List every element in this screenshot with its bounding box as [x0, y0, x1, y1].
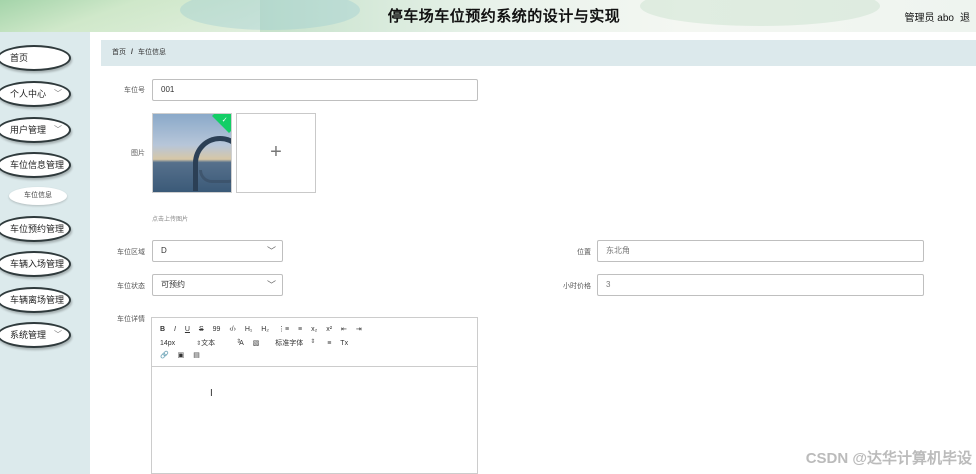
page-title: 停车场车位预约系统的设计与实现: [387, 8, 621, 25]
chevron-down-icon: ⇕: [236, 339, 242, 345]
ordered-list-button[interactable]: ⋮≡: [278, 325, 289, 333]
chevron-down-icon: ﹀: [266, 280, 276, 290]
spot-no-label: 车位号: [124, 87, 145, 94]
chevron-down-icon: ﹀: [54, 330, 62, 339]
chevron-down-icon: ﹀: [54, 89, 62, 98]
image-button[interactable]: ▣: [178, 351, 185, 359]
chevron-down-icon: ⇕: [310, 339, 316, 345]
h2-button[interactable]: H₂: [261, 326, 269, 333]
align-button[interactable]: ≡: [327, 340, 331, 347]
image-label: 图片: [131, 150, 145, 157]
header-select[interactable]: 文本 ⇕: [201, 338, 241, 348]
italic-button[interactable]: I: [174, 326, 176, 333]
outdent-button[interactable]: ⇤: [341, 325, 347, 333]
user-area: 管理员 abo 退: [905, 9, 976, 24]
breadcrumb-current: 车位信息: [137, 49, 166, 56]
sidebar-item-personal-center[interactable]: 个人中心 ﹀: [0, 81, 71, 107]
font-size-select[interactable]: 14px ⇕: [160, 340, 201, 347]
video-button[interactable]: ▤: [193, 351, 200, 359]
chevron-down-icon: ﹀: [54, 125, 62, 134]
editor-toolbar: B I U S 99 ‹/› H₁ H₂ ⋮≡ ≡ x₂ x² ⇤ ⇥ 14px…: [152, 318, 477, 367]
sidebar-item-system-management[interactable]: 系统管理 ﹀: [0, 322, 71, 348]
sidebar: 首页 个人中心 ﹀ 用户管理 ﹀ 车位信息管理 车位信息 车位预约管理 车辆入场管理…: [0, 32, 90, 474]
hourly-price-label: 小时价格: [563, 283, 591, 290]
details-label: 车位详情: [117, 316, 145, 323]
underline-button[interactable]: U: [185, 326, 190, 333]
area-select[interactable]: D ﹀: [152, 240, 283, 262]
breadcrumb: 首页 / 车位信息: [101, 40, 976, 66]
upload-success-badge: ✓: [212, 114, 231, 133]
sidebar-item-vehicle-entry[interactable]: 车辆入场管理: [0, 251, 71, 277]
bold-button[interactable]: B: [160, 326, 165, 333]
sidebar-item-user-management[interactable]: 用户管理 ﹀: [0, 117, 71, 143]
rich-text-editor[interactable]: B I U S 99 ‹/› H₁ H₂ ⋮≡ ≡ x₂ x² ⇤ ⇥ 14px…: [151, 317, 478, 474]
location-label: 位置: [577, 249, 591, 256]
breadcrumb-separator: /: [131, 49, 133, 56]
blockquote-button[interactable]: 99: [213, 326, 221, 333]
sidebar-subitem-spot-info[interactable]: 车位信息: [9, 187, 67, 205]
hourly-price-input[interactable]: 3: [597, 274, 924, 296]
status-label: 车位状态: [117, 283, 145, 290]
editor-toolbar-row: 14px ⇕ 文本 ⇕ A ▧ 标准字体 ⇕ ≡ Tx: [160, 338, 355, 348]
text-cursor-icon: I: [210, 388, 213, 399]
editor-toolbar-row: B I U S 99 ‹/› H₁ H₂ ⋮≡ ≡ x₂ x² ⇤ ⇥: [160, 325, 369, 333]
sidebar-item-reservation-management[interactable]: 车位预约管理: [0, 216, 71, 242]
background-color-button[interactable]: ▧: [253, 339, 260, 347]
logout-link[interactable]: 退: [960, 13, 970, 24]
uploaded-image-thumbnail[interactable]: ✓: [152, 113, 232, 193]
sidebar-item-spot-management[interactable]: 车位信息管理: [0, 152, 71, 178]
area-label: 车位区域: [117, 249, 145, 256]
sidebar-item-vehicle-exit[interactable]: 车辆离场管理: [0, 287, 71, 313]
editor-toolbar-row: 🔗 ▣ ▤: [160, 351, 207, 359]
clear-format-button[interactable]: Tx: [340, 340, 348, 347]
subscript-button[interactable]: x₂: [311, 326, 317, 333]
bullet-list-button[interactable]: ≡: [298, 326, 302, 333]
indent-button[interactable]: ⇥: [356, 325, 362, 333]
top-header: 停车场车位预约系统的设计与实现 管理员 abo 退: [0, 0, 976, 32]
spot-no-input[interactable]: 001: [152, 79, 478, 101]
user-role: 管理员 abo: [904, 13, 954, 24]
upload-hint: 点击上传图片: [152, 217, 189, 223]
font-family-select[interactable]: 标准字体 ⇕: [275, 338, 315, 348]
check-icon: ✓: [221, 117, 228, 125]
status-select[interactable]: 可预约 ﹀: [152, 274, 283, 296]
location-input[interactable]: 东北角: [597, 240, 924, 262]
link-button[interactable]: 🔗: [160, 351, 169, 359]
area-select-value: D: [161, 246, 167, 255]
breadcrumb-home[interactable]: 首页: [112, 49, 126, 56]
status-select-value: 可预约: [161, 280, 185, 289]
code-button[interactable]: ‹/›: [229, 326, 236, 333]
h1-button[interactable]: H₁: [245, 326, 252, 333]
superscript-button[interactable]: x²: [326, 326, 332, 333]
watermark: CSDN @达华计算机毕设: [805, 450, 972, 467]
strike-button[interactable]: S: [199, 326, 204, 333]
chevron-down-icon: ﹀: [266, 246, 276, 256]
upload-add-button[interactable]: +: [236, 113, 316, 193]
sidebar-item-home[interactable]: 首页: [0, 45, 71, 71]
